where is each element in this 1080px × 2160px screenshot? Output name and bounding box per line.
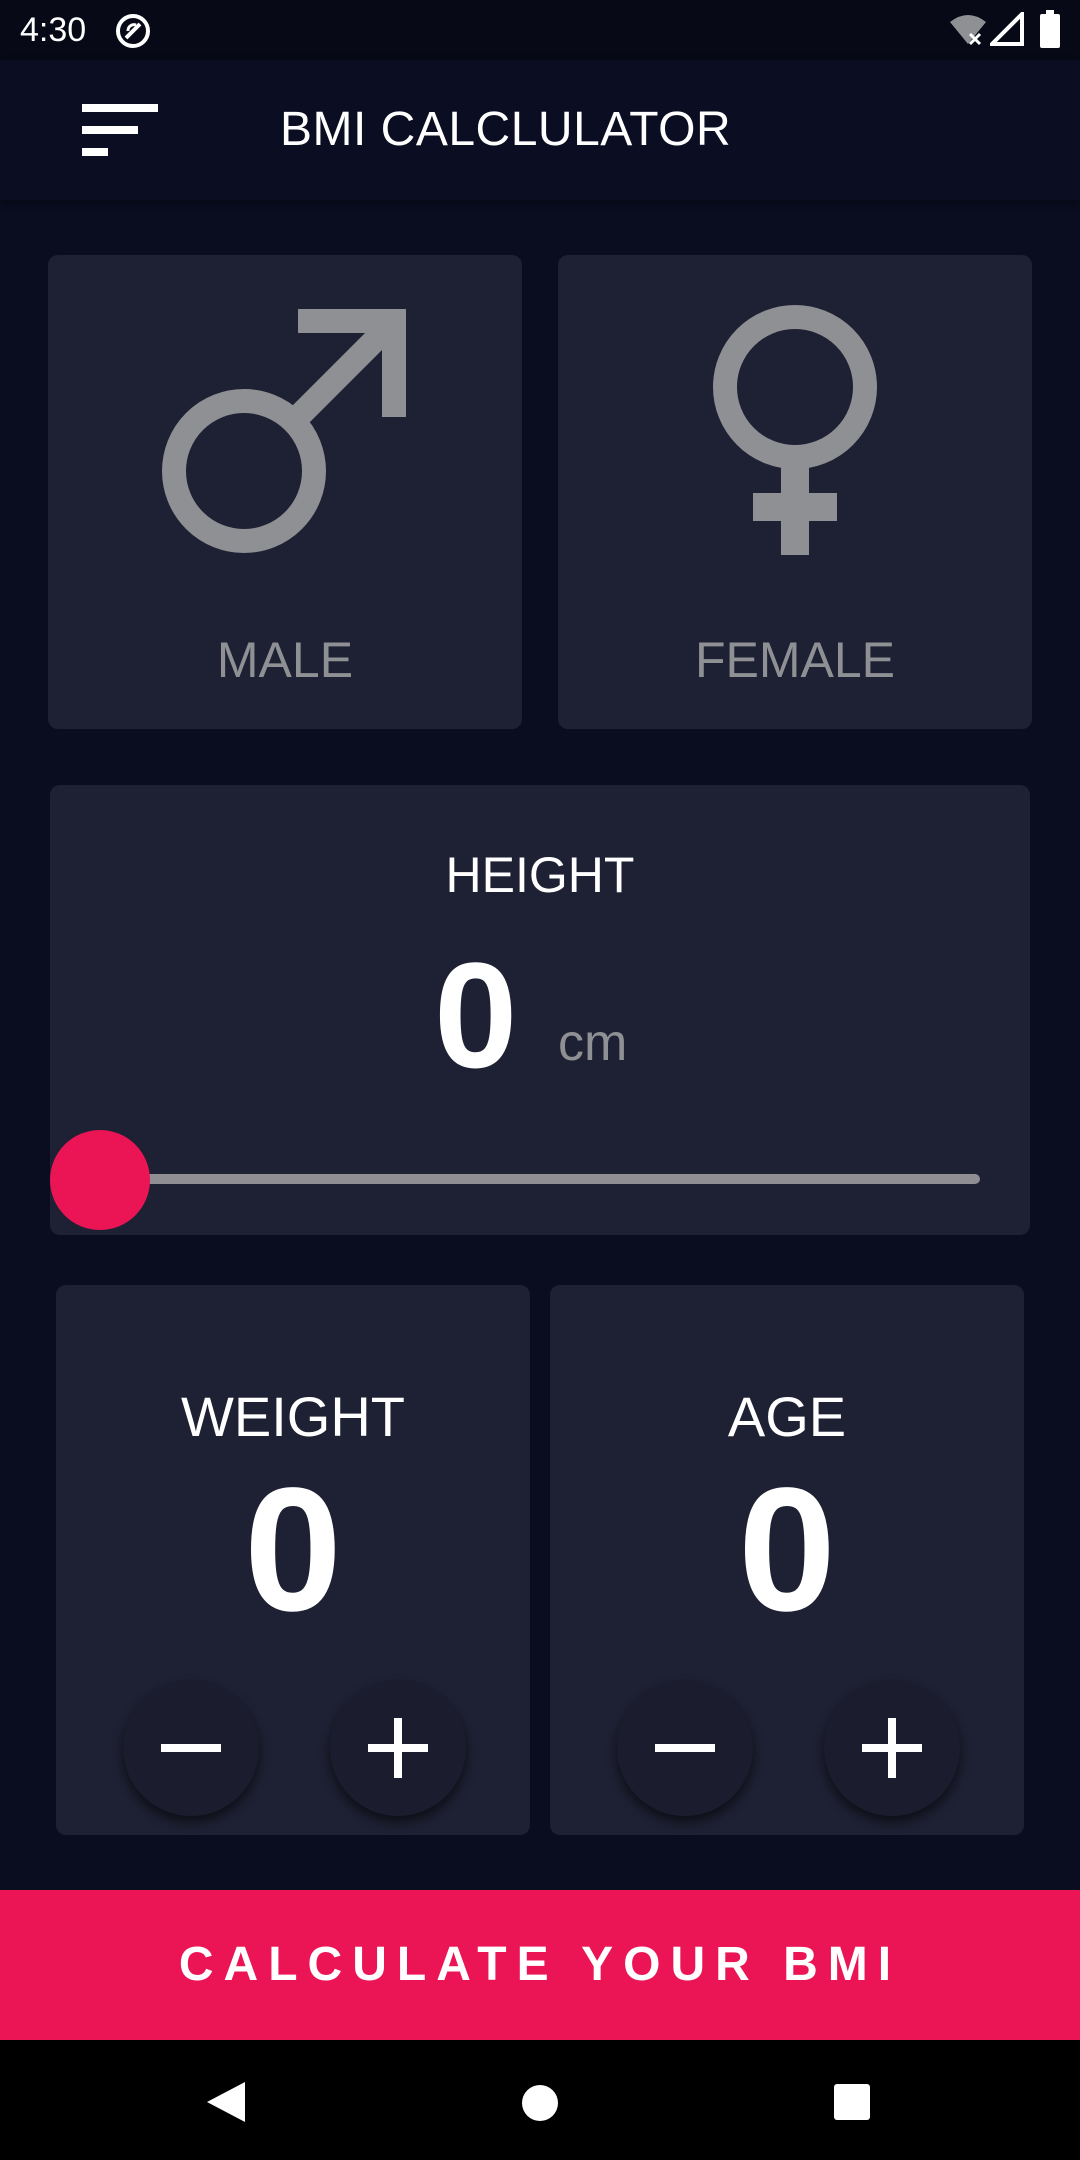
male-symbol-icon — [162, 309, 406, 553]
back-icon[interactable] — [205, 2080, 247, 2124]
plus-icon — [368, 1718, 428, 1778]
age-label: AGE — [727, 1385, 847, 1448]
height-unit: cm — [558, 1014, 628, 1072]
age-value: 0 — [738, 1452, 836, 1648]
weight-value: 0 — [244, 1452, 342, 1648]
weight-label: WEIGHT — [181, 1385, 405, 1448]
female-symbol-icon — [713, 305, 877, 555]
height-card: HEIGHT 0 cm — [50, 785, 1030, 1235]
minus-icon — [655, 1744, 715, 1752]
height-slider-track[interactable] — [100, 1174, 980, 1184]
status-bar: 4:30 — [0, 0, 1080, 60]
female-label: FEMALE — [694, 632, 896, 688]
female-card[interactable]: FEMALE — [558, 255, 1032, 729]
calculate-bmi-button[interactable]: CALCULATE YOUR BMI — [0, 1890, 1080, 2040]
wifi-off-icon — [950, 15, 986, 46]
age-plus-button[interactable] — [824, 1680, 960, 1816]
height-label: HEIGHT — [445, 847, 635, 903]
height-value: 0 — [434, 931, 518, 1099]
signal-icon — [990, 12, 1024, 46]
system-nav-bar — [0, 2040, 1080, 2160]
app-title: BMI CALCLULATOR — [280, 103, 732, 156]
recents-icon[interactable] — [834, 2084, 870, 2120]
menu-icon[interactable] — [82, 104, 158, 156]
male-card[interactable]: MALE — [48, 255, 522, 729]
weight-minus-button[interactable] — [123, 1680, 259, 1816]
battery-icon — [1040, 10, 1060, 48]
age-card: AGE 0 — [550, 1285, 1024, 1835]
status-time: 4:30 — [20, 11, 87, 49]
bmi-calculator-screen: 4:30 BMI CALCLULATOR MALE FEMALE HEIGHT … — [0, 0, 1080, 2160]
sync-icon — [116, 14, 150, 48]
home-icon[interactable] — [520, 2083, 560, 2123]
plus-icon — [862, 1718, 922, 1778]
weight-plus-button[interactable] — [330, 1680, 466, 1816]
height-slider-thumb[interactable] — [50, 1130, 150, 1230]
age-minus-button[interactable] — [617, 1680, 753, 1816]
male-label: MALE — [216, 632, 354, 688]
weight-card: WEIGHT 0 — [56, 1285, 530, 1835]
minus-icon — [161, 1744, 221, 1752]
